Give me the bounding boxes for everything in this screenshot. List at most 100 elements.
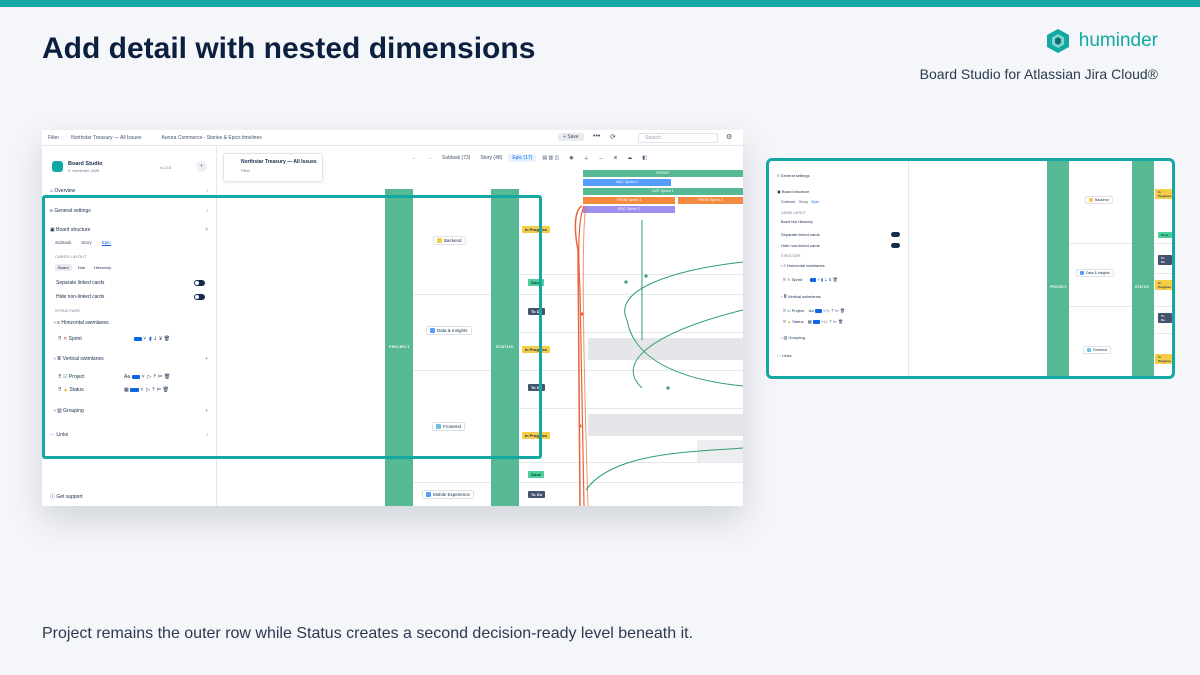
brand-name: huminder bbox=[1078, 30, 1158, 51]
inset-grouping[interactable]: › ▥ Grouping bbox=[781, 335, 805, 340]
cloud-icon[interactable]: ☁ bbox=[623, 154, 636, 162]
inset-board-structure-label: Board structure bbox=[781, 189, 810, 194]
inset-lane-data[interactable]: Data & Insights bbox=[1076, 269, 1114, 277]
inset-lane-backend[interactable]: Backend bbox=[1085, 196, 1113, 204]
lane-divider bbox=[1154, 333, 1172, 334]
inset-horizontal-swimlanes[interactable]: › ≡ Horizontal swimlanes bbox=[781, 263, 825, 268]
lane-divider bbox=[1154, 243, 1172, 244]
lane-mobile[interactable]: Mobile Experience bbox=[422, 490, 475, 499]
status-badge: To Do bbox=[1158, 255, 1172, 265]
status-badge: In Progress bbox=[1155, 354, 1172, 364]
status-badge: Done bbox=[1158, 232, 1172, 238]
close-icon[interactable]: ✕ bbox=[787, 277, 790, 282]
inset-project-column bbox=[1047, 161, 1069, 376]
layout-icon[interactable]: ▤ ▥ ◫ bbox=[538, 154, 563, 162]
check-icon: ☑ bbox=[787, 308, 791, 313]
data-icon bbox=[1080, 271, 1084, 275]
inset-tab-epic[interactable]: Epic bbox=[811, 199, 819, 204]
get-support-label: Get support bbox=[56, 494, 83, 500]
inset-horizontal-label: Horizontal swimlanes bbox=[786, 263, 825, 268]
sprint-header-bar: SPRINT bbox=[583, 170, 743, 177]
page-title: Add detail with nested dimensions bbox=[42, 32, 536, 65]
filter-subtask[interactable]: Subtask (73) bbox=[438, 154, 474, 162]
board-value[interactable]: Aurora Commerce - Stories & Epics timeli… bbox=[161, 135, 261, 141]
warning-icon: ▲ bbox=[787, 319, 792, 324]
board-toolbar: ← → Subtask (73) Story (48) Epic (17) ▤ … bbox=[408, 152, 651, 164]
caption: Project remains the outer row while Stat… bbox=[42, 625, 694, 642]
eye-icon[interactable]: ◉ bbox=[565, 154, 577, 162]
gear-icon[interactable]: ⚙ bbox=[726, 133, 732, 141]
sprint-color-icon[interactable]: ▮ bbox=[821, 277, 823, 282]
lane-mobile-label: Mobile Experience bbox=[433, 492, 471, 497]
app-name: Board Studio bbox=[68, 161, 103, 167]
inset-layout-hub[interactable]: Hub bbox=[791, 220, 797, 224]
status-badge: In Progress bbox=[1155, 280, 1172, 290]
inset-vertical-swimlanes[interactable]: › ≣ Vertical swimlanes bbox=[781, 294, 821, 299]
inset-lane-frontend[interactable]: Frontend bbox=[1083, 346, 1112, 354]
collapse-icon[interactable]: ‹ bbox=[196, 161, 207, 172]
inset-board-structure[interactable]: ▣ Board structure bbox=[777, 189, 809, 194]
search-input[interactable]: Search bbox=[638, 133, 718, 143]
inset-hide-non-linked-toggle[interactable] bbox=[891, 243, 900, 248]
inset-status-label-col: STATUS bbox=[1135, 285, 1150, 289]
huminder-logo-icon bbox=[1046, 29, 1069, 53]
lane-divider bbox=[1069, 306, 1132, 307]
panel-icon[interactable]: ◧ bbox=[638, 154, 651, 162]
inset-general-settings-label: General settings bbox=[780, 173, 810, 178]
back-arrow-icon[interactable]: ← bbox=[408, 154, 421, 162]
inset-project-label: Project bbox=[791, 308, 805, 313]
more-icon[interactable]: ••• bbox=[593, 133, 600, 140]
sidebar-item-overview[interactable]: ⌂ Overview bbox=[50, 188, 75, 194]
inset-tab-subtask[interactable]: Subtask bbox=[781, 199, 795, 204]
overview-label: Overview bbox=[54, 188, 76, 194]
inset-lane-backend-label: Backend bbox=[1095, 198, 1109, 202]
lane-divider bbox=[1154, 306, 1172, 307]
inset-general-settings[interactable]: ≡ General settings bbox=[777, 173, 810, 178]
save-button[interactable]: + Save bbox=[558, 133, 584, 141]
inset-links[interactable]: ⋯ Links bbox=[777, 353, 791, 358]
save-label: Save bbox=[567, 134, 579, 140]
sprint-bar[interactable]: AAC Sprint 1 bbox=[583, 179, 671, 186]
forward-arrow-icon[interactable]: → bbox=[423, 154, 436, 162]
filter-label[interactable]: Filter bbox=[48, 135, 59, 141]
inset-sprint-label: Sprint bbox=[791, 277, 802, 282]
inset-lane-frontend-label: Frontend bbox=[1093, 348, 1108, 352]
filter-value[interactable]: Northstar Treasury — All Issues bbox=[71, 135, 141, 141]
inset-status-label: Status bbox=[792, 319, 804, 324]
status-badge: To Do bbox=[1158, 313, 1172, 323]
inset-sprint-pill[interactable] bbox=[809, 278, 817, 282]
frontend-icon bbox=[1087, 348, 1091, 352]
inset-sprint-row[interactable]: ⠿ ✕ Sprint ˅ ▮ ⇣ ⊻ 🗑 bbox=[783, 277, 838, 282]
status-badge: Done bbox=[528, 471, 544, 478]
fit-icon[interactable]: ⧖ bbox=[610, 154, 622, 162]
app-topbar: Filter Northstar Treasury — All Issues A… bbox=[42, 130, 743, 146]
epic-filter-card[interactable]: Northstar Treasury — All Issues Filter bbox=[223, 153, 323, 182]
inset-layout-hierarchy[interactable]: Hierarchy bbox=[798, 220, 813, 224]
highlight-frame bbox=[42, 195, 542, 459]
filter-story[interactable]: Story (48) bbox=[476, 154, 506, 162]
inset-project-pill[interactable] bbox=[814, 309, 823, 313]
inset-project-row[interactable]: ⠿ ☑ Project Aa ˅ ▷ ⇡ ⊨ 🗑 bbox=[783, 308, 845, 313]
chevron-right-icon: › bbox=[206, 188, 208, 194]
inset-status-row[interactable]: ⠿ ▲ Status ▦ ˅ ▷ ⇡ ⊨ 🗑 bbox=[783, 319, 843, 324]
get-support-link[interactable]: ⓘ Get support bbox=[50, 493, 83, 500]
inset-layout-board[interactable]: Board bbox=[781, 220, 790, 224]
refresh-icon[interactable]: ⟳ bbox=[610, 133, 616, 141]
inset-tab-story[interactable]: Story bbox=[799, 199, 808, 204]
inset-tabs: Subtask Story Epic bbox=[781, 199, 819, 204]
lane-divider bbox=[1069, 243, 1132, 244]
inset-lane-data-label: Data & Insights bbox=[1086, 271, 1110, 275]
zoom-out-icon[interactable]: － bbox=[595, 154, 608, 163]
inset-hide-non-linked: Hide non-linked cards bbox=[781, 243, 820, 248]
dependency-links bbox=[574, 205, 743, 506]
page-subtitle: Board Studio for Atlassian Jira Cloud® bbox=[919, 66, 1158, 82]
inset-status-pill[interactable] bbox=[812, 320, 821, 324]
inset-project-label-col: PROJECT bbox=[1050, 285, 1068, 289]
epic-filter-sub: Filter bbox=[241, 168, 250, 173]
inset-separate-linked: Separate linked cards bbox=[781, 232, 820, 237]
zoom-in-icon[interactable]: ＋ bbox=[580, 154, 593, 163]
filter-epic[interactable]: Epic (17) bbox=[508, 154, 537, 162]
inset-separate-linked-toggle[interactable] bbox=[891, 232, 900, 237]
inset-status-column bbox=[1132, 161, 1154, 376]
brand: huminder bbox=[1045, 28, 1158, 54]
